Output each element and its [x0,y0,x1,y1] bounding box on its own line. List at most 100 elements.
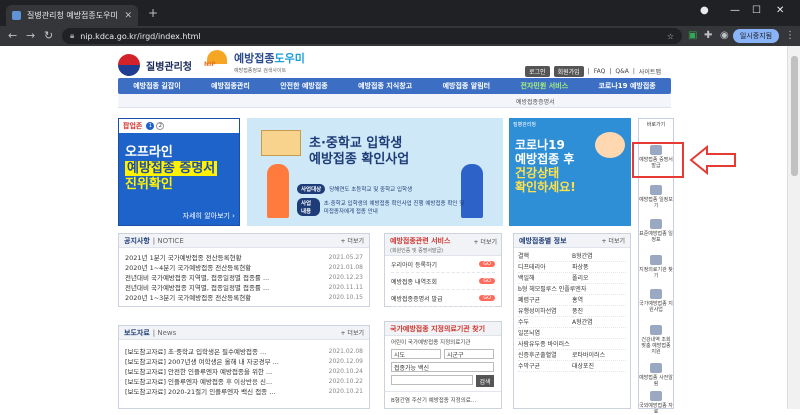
disease-item[interactable]: 폴리오 [572,273,626,284]
press-item[interactable]: [보도참고자료] 초·중학교 입학생은 필수예방접종 ... 2021.02.08 [125,346,363,357]
puzzle-icon[interactable]: ✚ [704,30,712,41]
press-item[interactable]: [보도참고자료] 인플루엔자 예방접종 후 이상반응 신... 2020.10.2… [125,376,363,387]
globe-icon [650,391,662,401]
disease-item[interactable]: A형간염 [572,317,626,328]
profile-icon[interactable]: ● [700,5,709,16]
notice-more-link[interactable]: + 더보기 [341,236,365,245]
profile-avatar-icon[interactable]: ◉ [720,30,729,41]
disease-item[interactable]: 대상포진 [572,361,626,372]
url-text: nip.kdca.go.kr/irgd/index.html [80,31,201,41]
browser-tab[interactable]: 질병관리청 예방접종도우미 ✕ [6,5,138,26]
quick-clinic-search[interactable]: 지정의료기관 찾기 [639,255,673,279]
scrollbar-thumb[interactable] [791,56,798,176]
extension-icon[interactable]: ▣ [688,30,697,41]
notice-item[interactable]: 2020년 1~4분기 국가예방접종 전산등록현황 2021.01.08 [125,262,363,273]
disease-item[interactable]: b형 헤모필루스 인플루엔자 [518,284,626,295]
nav-item-covid19[interactable]: 코로나19 예방접종 [598,81,655,91]
clinic-search-input[interactable] [391,375,473,385]
disease-item[interactable]: 수두 [518,317,572,328]
quick-support[interactable]: 국가예방접종 지원사업 [639,289,673,313]
disease-item[interactable]: 풍진 [572,306,626,317]
sido-select[interactable]: 시도 [391,349,441,359]
vaccine-select[interactable]: 접종가능 백신 [391,362,494,372]
sitemap-link[interactable]: 사이트맵 [639,67,661,76]
bookmark-star-icon[interactable]: ☆ [667,32,674,41]
notice-item[interactable]: 전년대비 국가예방접종 지역별, 접종일정별 접종률 ... 2020.11.11 [125,282,363,293]
go-button[interactable]: GO [479,295,495,301]
window-close-button[interactable]: ✕ [776,5,784,16]
nav-item-guide[interactable]: 예방접종 길잡이 [133,81,181,91]
window-minimize-button[interactable]: — [730,5,740,16]
popup-line-3: 진위확인 [125,177,173,192]
quick-standard-table[interactable]: 표준예방접종 일정표 [639,219,673,243]
disease-item[interactable]: 파상풍 [572,262,626,273]
page-scrollbar[interactable] [787,46,800,409]
disease-item[interactable]: 로타바이러스 [572,350,626,361]
address-bar[interactable]: 🔒︎ nip.kdca.go.kr/irgd/index.html ☆ [62,28,682,44]
popup-zone[interactable]: 팝업존 1 2 오프라인 예방접종 증명서 진위확인 자세히 알아보기 › [118,118,240,226]
disease-item[interactable]: 수막구균 [518,361,572,372]
disease-item[interactable]: B형간염 [572,251,626,262]
covid-line-2: 예방접종 후 [515,152,575,166]
forward-icon[interactable]: → [26,29,35,42]
service-item[interactable]: 예방접종증명서 발급 GO [391,290,495,307]
sub-nav-certificate[interactable]: 예방접종증명서 [516,97,555,106]
press-item[interactable]: [보도참고자료] 안전한 인플루엔자 예방접종을 위한 ... 2020.10.2… [125,366,363,377]
nav-item-management[interactable]: 예방접종관리 [211,81,250,91]
go-button[interactable]: GO [479,261,495,267]
press-more-link[interactable]: + 더보기 [341,328,365,337]
window-maximize-button[interactable]: ☐ [752,5,761,16]
notice-item[interactable]: 2021년 1분기 국가예방접종 전산등록현황 2021.05.27 [125,252,363,263]
quick-schedule[interactable]: 예방접종 일정보기 [639,185,673,209]
tab-close-icon[interactable]: ✕ [124,11,132,21]
quick-overseas[interactable]: 국외예방접종 자료 [639,391,673,415]
go-button[interactable]: GO [479,278,495,284]
browser-menu-icon[interactable]: ⋮ [785,30,795,41]
nip-logo[interactable]: NIP 예방접종도우미 예방접종정보 검색사이트 [204,50,305,74]
qna-link[interactable]: Q&A [615,68,629,75]
main-banner[interactable]: 초·중학교 입학생 예방접종 확인사업 사업대상 당해연도 초등학교 및 중학교… [247,118,503,226]
back-icon[interactable]: ← [8,29,17,42]
nav-item-knowledge[interactable]: 예방접종 지식창고 [358,81,412,91]
notice-item[interactable]: 전년대비 국가예방접종 지역별, 접종일정별 접종률 ... 2020.12.23 [125,272,363,283]
disease-item[interactable]: 일본뇌염 [518,328,626,339]
disease-title: 예방접종별 정보 [519,236,567,245]
disease-item[interactable]: 신증후군출혈열 [518,350,572,361]
login-button[interactable]: 로그인 [525,66,550,77]
disease-item[interactable]: 유행성이하선염 [518,306,572,317]
taegeuk-emblem-icon [118,54,140,76]
service-item[interactable]: 예방접종 내역조회 GO [391,273,495,290]
popup-more-link[interactable]: 자세히 알아보기 › [183,211,235,221]
press-item[interactable]: [보도참고자료] 2007년생 여학생은 올해 내 자궁경부 ... 2020.1… [125,356,363,367]
disease-item[interactable]: 폐렴구균 [518,295,572,306]
disease-item[interactable]: 사람유두종 바이러스 [518,339,626,350]
quick-pre-alarm[interactable]: 예방접종 사전알림 [639,363,673,387]
sigungu-select[interactable]: 시군구 [444,349,494,359]
reload-icon[interactable]: ↻ [44,29,53,42]
popup-page-2[interactable]: 2 [156,122,165,130]
faq-link[interactable]: FAQ [594,68,606,75]
kdca-logo[interactable]: 질병관리청 [118,54,192,76]
health-icon [650,325,662,335]
press-item[interactable]: [보도참고자료] 2020-21절기 인플루엔자 백신 접종 ... 2020.1… [125,386,363,397]
disease-item[interactable]: 백일해 [518,273,572,284]
nav-item-safety[interactable]: 안전한 예방접종 [280,81,328,91]
sync-paused-button[interactable]: 일시중지됨 [733,29,779,43]
signup-button[interactable]: 회원가입 [553,66,584,77]
nav-item-e-service[interactable]: 전자민원 서비스 [521,81,569,91]
popup-line-1: 오프라인 [125,145,173,160]
new-tab-button[interactable]: + [148,6,158,20]
disease-more-link[interactable]: + 더보기 [602,236,626,245]
nav-item-notice[interactable]: 예방접종 알림터 [443,81,491,91]
disease-item[interactable]: 결핵 [518,251,572,262]
disease-item[interactable]: 홍역 [572,295,626,306]
popup-page-1[interactable]: 1 [146,122,155,130]
covid-banner[interactable]: 질병관리청 코로나19 예방접종 후 건강상태 확인하세요! [509,118,631,226]
disease-item[interactable]: 디프테리아 [518,262,572,273]
service-more-link[interactable]: + 더보기 [474,237,498,246]
quick-health-check[interactable]: 건강내역 조회 맞춤 예방접종 지원 [639,325,673,355]
notice-item[interactable]: 2020년 1~3분기 국가예방접종 전산등록현황 2020.10.15 [125,292,363,303]
hepb-clinic-link[interactable]: B형간염 주산기 예방접종 지정의료... [385,391,501,408]
service-item[interactable]: 우리아이 등록하기 GO [391,256,495,273]
clinic-search-button[interactable]: 검색 [476,375,494,387]
